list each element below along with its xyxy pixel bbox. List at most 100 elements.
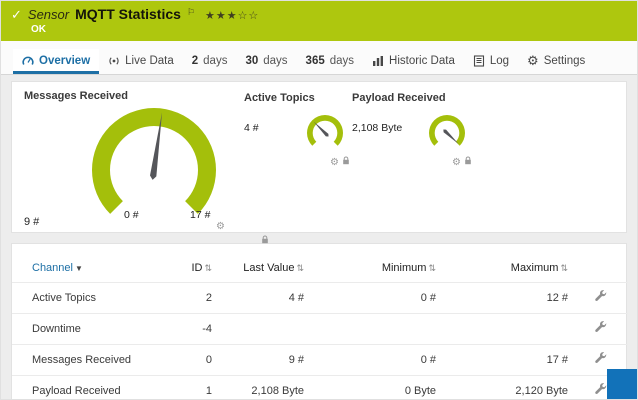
column-label: Maximum bbox=[511, 262, 559, 274]
messages-received-gauge[interactable]: x bbox=[69, 104, 239, 234]
lock-icon[interactable] bbox=[342, 156, 350, 168]
channel-minimum bbox=[312, 314, 444, 345]
tab-live-data[interactable]: Live Data bbox=[99, 49, 183, 74]
main-gauge-block: Messages Received x 9 # 0 # 17 # ⚙ bbox=[24, 90, 254, 232]
gauge-arc bbox=[429, 115, 465, 146]
status-check-icon: ✓ bbox=[11, 7, 22, 23]
column-header-channel[interactable]: Channel▼ bbox=[12, 252, 162, 283]
live-data-icon bbox=[108, 55, 120, 67]
wrench-icon[interactable] bbox=[594, 325, 607, 337]
tab-bar: Overview Live Data 2 days 30 days 365 da… bbox=[1, 41, 637, 75]
channel-table: Channel▼ ID⇅ Last Value⇅ Minimum⇅ Maximu bbox=[12, 252, 628, 400]
gauge-arc bbox=[307, 115, 343, 146]
sensor-header: ✓ Sensor MQTT Statistics ⚐ ★★★☆☆ OK bbox=[1, 1, 637, 41]
small-gauge-needle bbox=[442, 128, 460, 145]
column-header-actions bbox=[576, 252, 628, 283]
small-gauge-block-payload-received: Payload Received 2,108 Byte ⚙ bbox=[352, 92, 472, 168]
tab-number: 365 bbox=[306, 55, 325, 67]
object-kind-label: Sensor bbox=[28, 7, 69, 22]
gauge-gear-icon[interactable]: ⚙ bbox=[216, 221, 225, 232]
channel-minimum: 0 # bbox=[312, 283, 444, 314]
wrench-icon[interactable] bbox=[594, 294, 607, 306]
channel-minimum: 0 Byte bbox=[312, 376, 444, 400]
bar-chart-icon bbox=[372, 55, 384, 67]
small-gauge-value: 4 # bbox=[244, 114, 300, 168]
channel-maximum: 12 # bbox=[444, 283, 576, 314]
small-gauge-title: Payload Received bbox=[352, 92, 472, 104]
gauge-gear-icon[interactable]: ⚙ bbox=[330, 157, 339, 168]
content-area: Messages Received x 9 # 0 # 17 # ⚙ bbox=[1, 75, 637, 400]
column-label: Minimum bbox=[382, 262, 427, 274]
overview-gauge-icon bbox=[22, 55, 34, 67]
table-row: Downtime -4 bbox=[12, 314, 628, 345]
channel-table-panel: Channel▼ ID⇅ Last Value⇅ Minimum⇅ Maximu bbox=[11, 243, 627, 400]
channel-id: 0 bbox=[162, 345, 220, 376]
small-gauge-block-active-topics: Active Topics 4 # ⚙ bbox=[244, 92, 350, 168]
channel-id: 1 bbox=[162, 376, 220, 400]
column-header-last-value[interactable]: Last Value⇅ bbox=[220, 252, 312, 283]
tab-settings[interactable]: ⚙ Settings bbox=[518, 48, 594, 74]
column-header-maximum[interactable]: Maximum⇅ bbox=[444, 252, 576, 283]
tab-2-days[interactable]: 2 days bbox=[183, 49, 237, 74]
table-row: Payload Received 1 2,108 Byte 0 Byte 2,1… bbox=[12, 376, 628, 400]
channel-maximum: 2,120 Byte bbox=[444, 376, 576, 400]
column-header-id[interactable]: ID⇅ bbox=[162, 252, 220, 283]
wrench-icon[interactable] bbox=[594, 387, 607, 399]
channel-id: -4 bbox=[162, 314, 220, 345]
tab-label: days bbox=[330, 55, 354, 67]
channel-last-value bbox=[220, 314, 312, 345]
tab-overview[interactable]: Overview bbox=[13, 49, 99, 74]
main-gauge-title: Messages Received bbox=[24, 90, 254, 102]
prtg-sensor-page: ✓ Sensor MQTT Statistics ⚐ ★★★☆☆ OK Over… bbox=[0, 0, 638, 400]
column-label: ID bbox=[191, 262, 202, 274]
main-gauge-value: 9 # bbox=[24, 216, 39, 228]
channel-minimum: 0 # bbox=[312, 345, 444, 376]
tab-label: Settings bbox=[544, 55, 586, 67]
priority-stars[interactable]: ★★★☆☆ bbox=[205, 9, 259, 22]
tab-30-days[interactable]: 30 days bbox=[236, 49, 296, 74]
tab-label: Historic Data bbox=[389, 55, 455, 67]
sort-icon: ⇅ bbox=[560, 263, 568, 273]
tab-label: days bbox=[263, 55, 287, 67]
sort-icon: ⇅ bbox=[428, 263, 436, 273]
small-gauge-value: 2,108 Byte bbox=[352, 114, 422, 168]
gear-icon: ⚙ bbox=[527, 54, 539, 67]
lock-icon[interactable] bbox=[464, 156, 472, 168]
channel-maximum bbox=[444, 314, 576, 345]
sort-icon: ⇅ bbox=[204, 263, 212, 273]
column-header-minimum[interactable]: Minimum⇅ bbox=[312, 252, 444, 283]
payload-received-gauge[interactable] bbox=[422, 114, 472, 156]
tab-label: Log bbox=[490, 55, 509, 67]
tab-label: days bbox=[203, 55, 227, 67]
tab-365-days[interactable]: 365 days bbox=[297, 49, 363, 74]
tab-number: 2 bbox=[192, 55, 198, 67]
channel-maximum: 17 # bbox=[444, 345, 576, 376]
channel-name[interactable]: Active Topics bbox=[12, 283, 162, 314]
tab-label: Overview bbox=[39, 55, 90, 67]
wrench-icon[interactable] bbox=[594, 356, 607, 368]
channel-name[interactable]: Messages Received bbox=[12, 345, 162, 376]
tab-number: 30 bbox=[245, 55, 258, 67]
flag-icon[interactable]: ⚐ bbox=[187, 7, 195, 18]
log-document-icon bbox=[473, 55, 485, 67]
channel-name[interactable]: Payload Received bbox=[12, 376, 162, 400]
status-badge: OK bbox=[31, 24, 627, 35]
tab-log[interactable]: Log bbox=[464, 49, 518, 74]
tab-label: Live Data bbox=[125, 55, 174, 67]
active-topics-gauge[interactable] bbox=[300, 114, 350, 156]
table-row: Messages Received 0 9 # 0 # 17 # bbox=[12, 345, 628, 376]
channel-last-value: 9 # bbox=[220, 345, 312, 376]
gauges-panel: Messages Received x 9 # 0 # 17 # ⚙ bbox=[11, 81, 627, 233]
sort-icon: ⇅ bbox=[296, 263, 304, 273]
sorted-desc-icon: ▼ bbox=[75, 264, 83, 273]
small-gauge-needle bbox=[312, 120, 329, 137]
channel-name[interactable]: Downtime bbox=[12, 314, 162, 345]
corner-button[interactable] bbox=[607, 369, 637, 399]
table-row: Active Topics 2 4 # 0 # 12 # bbox=[12, 283, 628, 314]
column-label: Last Value bbox=[243, 262, 294, 274]
tab-historic-data[interactable]: Historic Data bbox=[363, 49, 464, 74]
gauge-gear-icon[interactable]: ⚙ bbox=[452, 157, 461, 168]
channel-id: 2 bbox=[162, 283, 220, 314]
small-gauge-title: Active Topics bbox=[244, 92, 350, 104]
column-label: Channel bbox=[32, 262, 73, 274]
